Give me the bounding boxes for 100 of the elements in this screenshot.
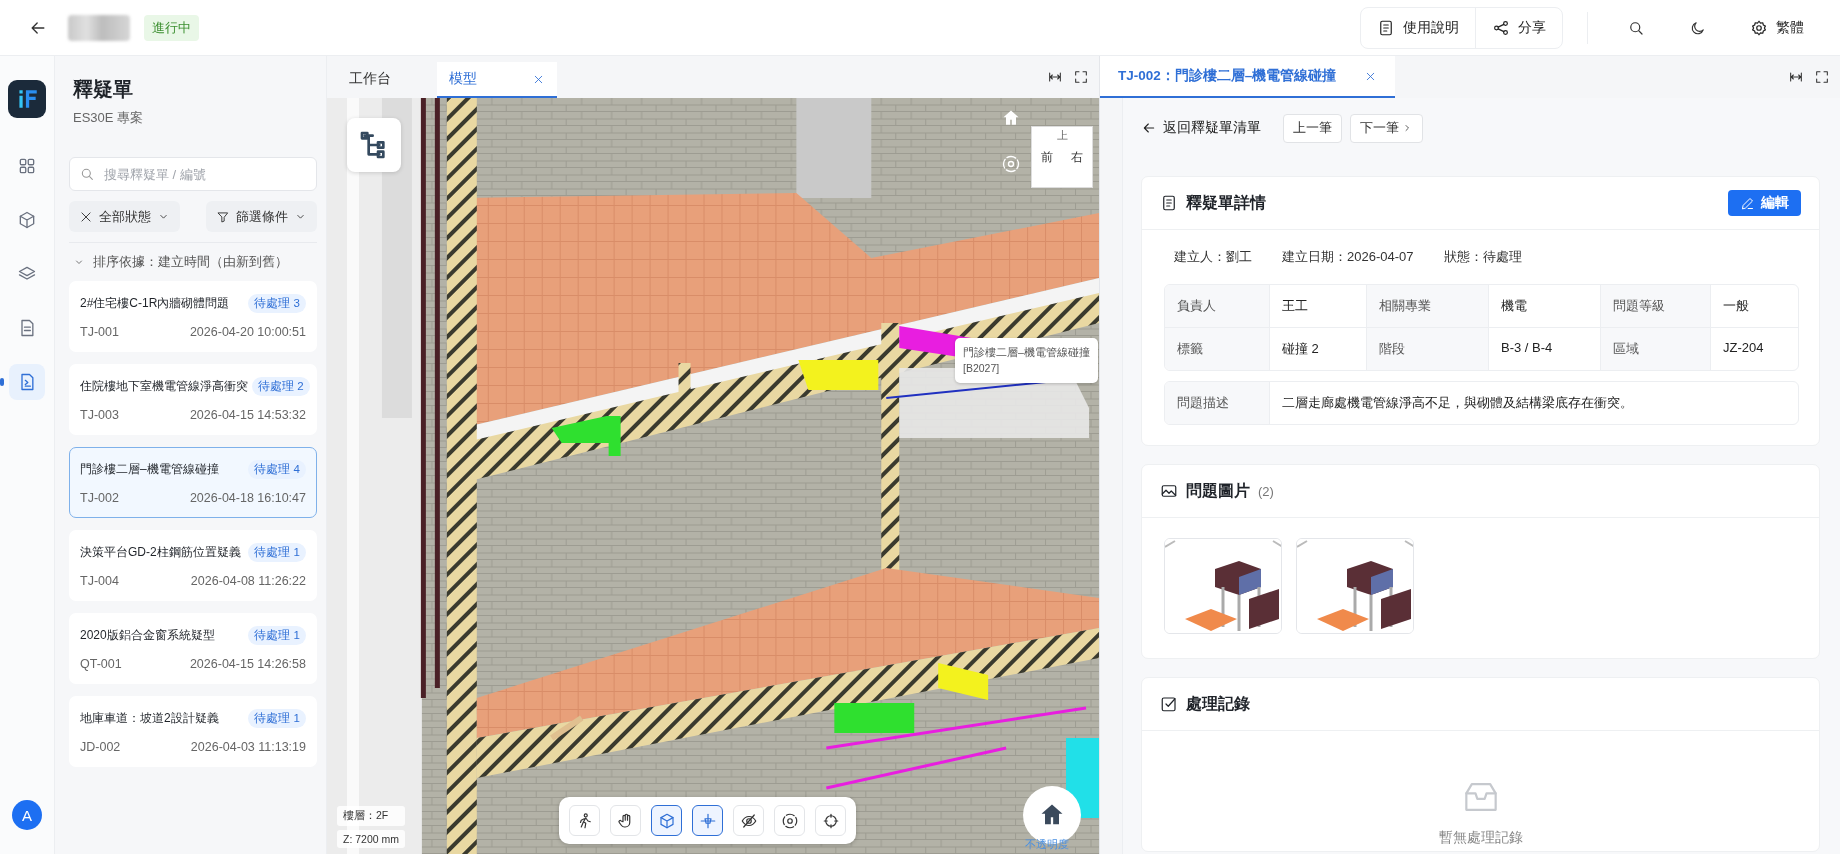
issue-list-item[interactable]: 2020版鋁合金窗系統疑型 待處理 1 QT-001 2026-04-15 14:26:58	[69, 613, 317, 684]
meta-text: 狀態：待處理	[1443, 248, 1522, 266]
tooltip-code: [B2027]	[963, 361, 1001, 377]
viewer-tab[interactable]: 工作台	[337, 62, 437, 98]
description-text: 二層走廊處機電管線淨高不足，與砌體及結構梁底存在衝突。	[1281, 394, 1634, 412]
status-badge: 進行中	[144, 14, 199, 41]
card-title: 處理記錄	[1186, 693, 1250, 714]
tooltip-title: 門診樓二層–機電管線碰撞	[963, 345, 1090, 360]
issue-list-item[interactable]: 2#住宅樓C-1R內牆砌體問題 待處理 3 TJ-001 2026-04-20 10:00:51	[69, 281, 317, 352]
opacity-label: 不透明度	[1025, 837, 1069, 852]
cube-icon	[17, 210, 37, 230]
back-arrow-icon	[1141, 120, 1157, 136]
issue-code: TJ-001	[80, 325, 119, 339]
view-cube[interactable]: 上 前 右	[1031, 126, 1093, 188]
viewer-tool-button[interactable]	[692, 805, 723, 836]
language-button[interactable]: 繁體	[1736, 9, 1818, 46]
issue-title: 決策平台GD-2柱鋼筋位置疑義	[80, 544, 241, 561]
home-icon[interactable]	[1001, 108, 1021, 128]
image-count: (2)	[1258, 483, 1274, 499]
issue-code: TJ-003	[80, 408, 119, 422]
pending-count-badge: 待處理 1	[248, 626, 306, 645]
model-snapshot-drawing[interactable]	[1297, 539, 1413, 633]
viewer-tab[interactable]: 模型	[437, 62, 557, 98]
issue-code: QT-001	[80, 657, 122, 671]
issue-title: 2#住宅樓C-1R內牆砌體問題	[80, 295, 230, 312]
issue-list-item[interactable]: 地庫車道：坡道2設計疑義 待處理 1 JD-002 2026-04-03 11:13:19	[69, 696, 317, 767]
issue-title: 門診樓二層–機電管線碰撞	[80, 461, 219, 478]
issue-timestamp: 2026-04-18 16:10:47	[189, 491, 306, 505]
issue-title: 住院樓地下室機電管線淨高衝突	[80, 378, 248, 395]
card-title: 釋疑單詳情	[1186, 192, 1266, 213]
issue-timestamp: 2026-04-03 11:13:19	[190, 740, 306, 754]
fullscreen-icon	[1814, 69, 1830, 85]
field-label: 區域	[1601, 328, 1711, 370]
field-label: 問題等級	[1601, 285, 1711, 327]
back-to-list-link[interactable]: 返回釋疑單清單	[1141, 119, 1261, 137]
section-plane-icon	[698, 811, 717, 830]
issue-list-item[interactable]: 住院樓地下室機電管線淨高衝突 待處理 2 TJ-003 2026-04-15 14:53:32	[69, 364, 317, 435]
field-value: JZ-204	[1722, 339, 1765, 357]
filter-icon	[216, 209, 230, 224]
filter-dropdown[interactable]: 全部狀態	[69, 201, 180, 232]
header-action-button[interactable]: 分享	[1475, 7, 1562, 48]
cross-icon	[79, 209, 93, 224]
floor-info-label: Z: 7200 mm	[337, 830, 406, 848]
issue-title: 2020版鋁合金窗系統疑型	[80, 627, 215, 644]
filter-dropdown[interactable]: 篩選條件	[206, 201, 317, 232]
crosshair-icon	[821, 811, 840, 830]
building-model-drawing[interactable]	[327, 98, 1099, 854]
search-field[interactable]: 搜尋釋疑單 / 編號	[69, 157, 317, 191]
grid-icon	[17, 156, 37, 176]
model-tree-button[interactable]	[347, 118, 401, 172]
field-value: 一般	[1722, 297, 1750, 315]
eye-slash-icon	[739, 811, 758, 830]
document-icon	[1377, 18, 1395, 37]
next-button[interactable]: 下一筆	[1350, 113, 1423, 143]
cube-face-label: 前	[1041, 148, 1053, 166]
cube-face-label: 右	[1071, 148, 1083, 166]
cube-face-label: 上	[1056, 128, 1068, 143]
issue-timestamp: 2026-04-20 10:00:51	[189, 325, 306, 339]
share-icon	[1492, 18, 1510, 37]
issue-timestamp: 2026-04-15 14:53:32	[189, 408, 306, 422]
issue-list-item[interactable]: 門診樓二層–機電管線碰撞 待處理 4 TJ-002 2026-04-18 16:10:47	[69, 447, 317, 518]
user-avatar[interactable]: A	[12, 800, 42, 830]
image-icon	[1160, 482, 1178, 500]
meta-text: 建立日期：2026-04-07	[1282, 248, 1414, 266]
pencil-icon	[1740, 195, 1755, 211]
field-label: 標籤	[1165, 328, 1270, 370]
header-action-button[interactable]: 使用說明	[1361, 7, 1475, 48]
issue-code: JD-002	[80, 740, 121, 754]
pending-count-badge: 待處理 2	[252, 377, 310, 396]
redacted-project-name	[68, 14, 130, 41]
fit-width-icon	[1047, 69, 1063, 85]
pending-count-badge: 待處理 1	[248, 543, 306, 562]
meta-text: 建立人：劉工	[1174, 248, 1252, 266]
pending-count-badge: 待處理 1	[248, 709, 306, 728]
panel-title: 釋疑單	[73, 77, 134, 102]
field-label: 問題描述	[1165, 382, 1270, 424]
detail-tab[interactable]: TJ-002：門診樓二層–機電管線碰撞	[1100, 56, 1396, 98]
model-snapshot-drawing[interactable]	[1165, 539, 1281, 633]
orbit-icon	[780, 811, 799, 830]
orbit-icon	[1001, 154, 1021, 174]
edit-button[interactable]: 編輯	[1728, 190, 1801, 216]
field-label: 階段	[1367, 328, 1489, 370]
issue-list-item[interactable]: 決策平台GD-2柱鋼筋位置疑義 待處理 1 TJ-004 2026-04-08 11:26:22	[69, 530, 317, 601]
cube-icon	[657, 811, 676, 830]
checkbox-edit-icon	[1160, 695, 1178, 713]
pending-count-badge: 待處理 3	[248, 294, 306, 313]
floor-info-label: 樓層：2F	[337, 806, 406, 826]
previous-button[interactable]: 上一筆	[1283, 113, 1342, 143]
issue-code: TJ-002	[80, 491, 119, 505]
field-label: 相關專業	[1367, 285, 1489, 327]
settings-icon	[1750, 18, 1768, 37]
issue-timestamp: 2026-04-15 14:26:58	[189, 657, 306, 671]
field-label: 負責人	[1165, 285, 1270, 327]
pending-count-badge: 待處理 4	[248, 460, 306, 479]
viewer-tool-button[interactable]	[651, 805, 682, 836]
card-title: 問題圖片	[1186, 480, 1250, 501]
empty-state-text: 暫無處理記錄	[1438, 829, 1523, 847]
fullscreen-icon	[1073, 69, 1089, 85]
sort-label: 排序依據：建立時間（由新到舊）	[93, 253, 288, 271]
document-icon	[1160, 194, 1178, 212]
